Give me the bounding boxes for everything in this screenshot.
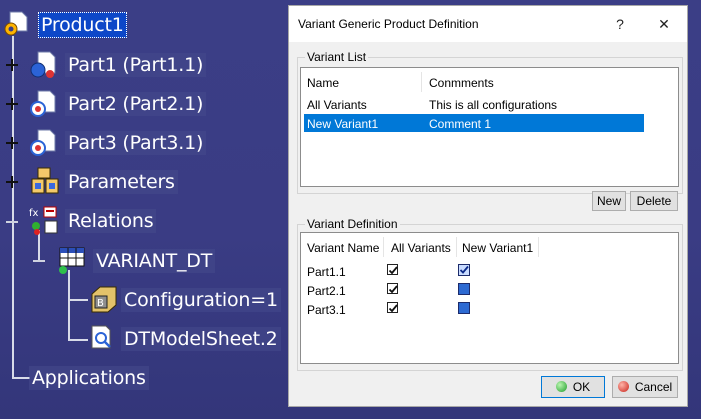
cancel-icon <box>617 381 629 392</box>
delete-button[interactable]: Delete <box>630 191 678 211</box>
tree-item-parameters[interactable]: Parameters <box>65 170 178 194</box>
product-icon[interactable] <box>2 10 34 40</box>
tree-item-dtmodelsheet[interactable]: DTModelSheet.2 <box>121 327 281 351</box>
close-button[interactable]: ✕ <box>649 12 679 36</box>
tree-line <box>68 299 88 301</box>
variant-definition-grid[interactable]: Variant Name All Variants New Variant1 P… <box>300 232 679 364</box>
column-header-name[interactable]: Name <box>307 76 339 90</box>
new-variant1-checkbox[interactable] <box>458 283 470 295</box>
tree-line <box>12 36 14 378</box>
relations-icon: fx <box>29 206 58 235</box>
variant-list[interactable]: Name Conmments All Variants This is all … <box>300 67 679 187</box>
model-sheet-icon <box>91 325 111 349</box>
column-separator[interactable] <box>383 237 384 257</box>
grid-row-name: Part2.1 <box>307 284 346 298</box>
tree-line <box>68 339 88 341</box>
tree-collapser[interactable] <box>33 255 45 267</box>
tree-item-configuration[interactable]: Configuration=1 <box>121 288 281 312</box>
tree-item-variant-dt[interactable]: VARIANT_DT <box>93 249 216 273</box>
tree-expander[interactable] <box>6 137 18 149</box>
tree-item-part2[interactable]: Part2 (Part2.1) <box>65 92 207 116</box>
dialog-title: Variant Generic Product Definition <box>298 17 479 31</box>
configuration-icon: B <box>91 286 117 313</box>
all-variants-checkbox[interactable] <box>387 302 398 313</box>
all-variants-checkbox[interactable] <box>387 283 398 294</box>
column-separator[interactable] <box>421 72 422 92</box>
list-item-comment[interactable]: Comment 1 <box>429 117 491 131</box>
new-variant1-checkbox[interactable] <box>458 264 470 276</box>
tree-line <box>68 270 70 340</box>
design-table-icon <box>59 247 85 274</box>
ok-icon <box>555 381 567 392</box>
variant-definition-dialog: Variant Generic Product Definition ? ✕ V… <box>288 5 688 407</box>
part-icon <box>30 51 56 78</box>
new-button[interactable]: New <box>592 191 626 211</box>
ok-button[interactable]: OK <box>541 376 605 398</box>
part-icon <box>30 90 56 117</box>
column-header-new-variant1[interactable]: New Variant1 <box>462 241 533 255</box>
column-header-variant-name[interactable]: Variant Name <box>307 241 379 255</box>
all-variants-checkbox[interactable] <box>387 264 398 275</box>
dialog-titlebar[interactable]: Variant Generic Product Definition ? ✕ <box>289 6 687 42</box>
list-item-name[interactable]: New Variant1 <box>307 117 378 131</box>
tree-item-part3[interactable]: Part3 (Part3.1) <box>65 131 207 155</box>
tree-line <box>12 377 30 379</box>
variant-definition-label: Variant Definition <box>305 217 400 231</box>
column-separator[interactable] <box>538 237 539 257</box>
tree-item-relations[interactable]: Relations <box>65 209 157 233</box>
new-variant1-checkbox[interactable] <box>458 302 470 314</box>
column-header-comments[interactable]: Conmments <box>429 76 494 90</box>
tree-expander[interactable] <box>6 176 18 188</box>
part-icon <box>30 129 56 156</box>
tree-root-product1[interactable]: Product1 <box>38 12 127 38</box>
svg-text:fx: fx <box>29 208 39 219</box>
cancel-label: Cancel <box>634 380 673 394</box>
list-item-name[interactable]: All Variants <box>307 98 367 112</box>
grid-row-name: Part1.1 <box>307 265 346 279</box>
column-header-all-variants[interactable]: All Variants <box>391 241 451 255</box>
svg-text:B: B <box>97 298 104 309</box>
ok-label: OK <box>572 380 591 394</box>
tree-expander[interactable] <box>6 98 18 110</box>
column-separator[interactable] <box>456 237 457 257</box>
cancel-button[interactable]: Cancel <box>612 376 678 398</box>
help-button[interactable]: ? <box>605 12 635 36</box>
tree-item-applications[interactable]: Applications <box>29 366 149 390</box>
tree-expander[interactable] <box>6 59 18 71</box>
list-item-comment[interactable]: This is all configurations <box>429 98 557 112</box>
tree-collapser[interactable] <box>6 216 18 228</box>
tree-item-part1[interactable]: Part1 (Part1.1) <box>65 53 207 77</box>
parameters-icon <box>31 167 59 194</box>
grid-row-name: Part3.1 <box>307 303 346 317</box>
variant-list-label: Variant List <box>305 50 369 64</box>
